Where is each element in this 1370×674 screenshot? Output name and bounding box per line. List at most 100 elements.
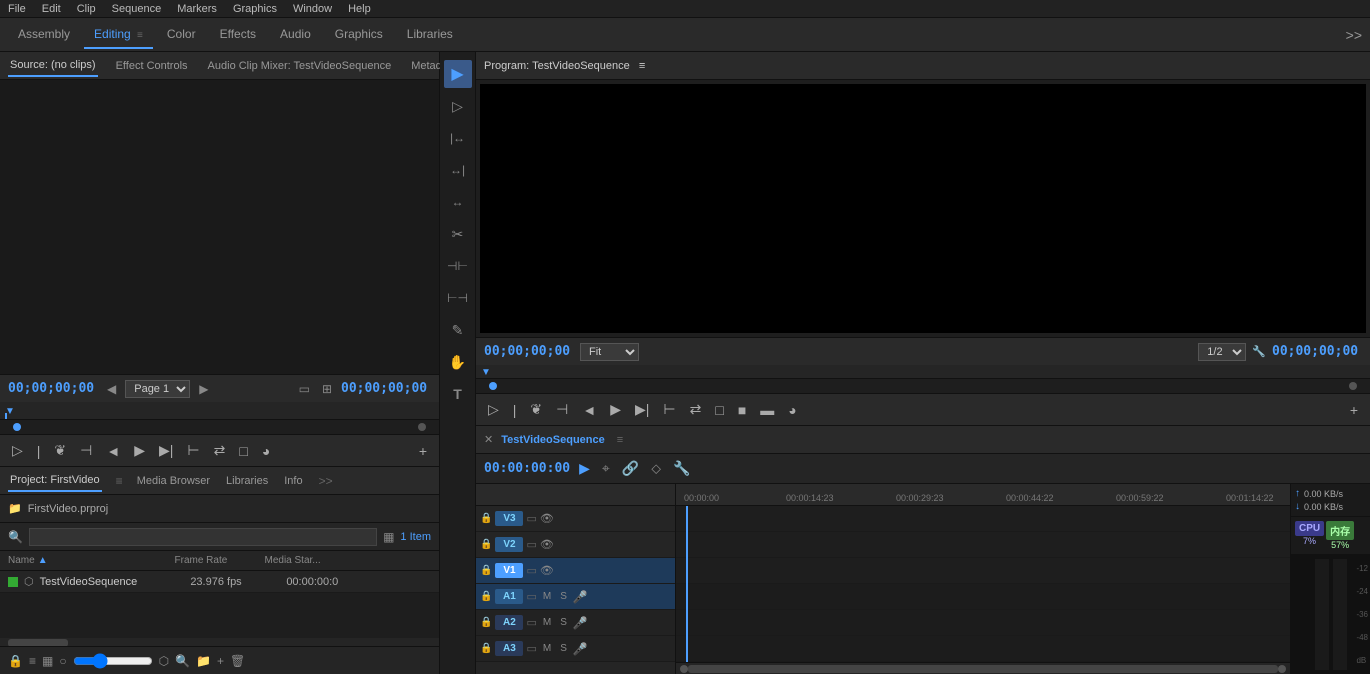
program-resolution-dropdown[interactable]: 1/2 Full 1/4 xyxy=(1198,343,1246,361)
tab-effects[interactable]: Effects xyxy=(210,21,266,49)
track-v2-lock[interactable]: 🔒 xyxy=(480,539,492,550)
timeline-menu-icon[interactable]: ≡ xyxy=(617,434,623,446)
track-a1-solo[interactable]: S xyxy=(557,590,570,603)
menu-sequence[interactable]: Sequence xyxy=(112,3,162,15)
program-fit-dropdown[interactable]: Fit 25% 50% 100% xyxy=(580,343,639,361)
track-v1-name[interactable]: V1 xyxy=(495,563,523,578)
project-icon-view-btn[interactable]: ▦ xyxy=(42,654,53,668)
source-play-in[interactable]: ▶| xyxy=(155,440,177,461)
project-tab-info[interactable]: Info xyxy=(282,471,304,491)
tool-rate-stretch[interactable]: ↔ xyxy=(444,188,472,216)
project-thumbnail-icon[interactable]: ▦ xyxy=(383,530,394,544)
source-step-fwd[interactable]: ◄ xyxy=(102,441,124,461)
track-a3-sync[interactable]: ▭ xyxy=(526,642,536,655)
tool-track-select[interactable]: ▷ xyxy=(444,92,472,120)
project-clear-btn[interactable]: 🗑 xyxy=(230,654,245,668)
source-prev-edit[interactable]: ❦ xyxy=(50,440,70,461)
program-timecode-right[interactable]: 00;00;00;00 xyxy=(1272,344,1362,359)
track-a3-name[interactable]: A3 xyxy=(495,641,523,656)
menu-graphics[interactable]: Graphics xyxy=(233,3,277,15)
project-add-item-icon[interactable]: + xyxy=(217,654,224,668)
source-timecode[interactable]: 00;00;00;00 xyxy=(8,381,98,396)
track-a3-solo[interactable]: S xyxy=(557,642,570,655)
program-insert[interactable]: ■ xyxy=(734,400,750,420)
track-v1-eye[interactable]: 👁 xyxy=(540,564,554,577)
track-a1-mute[interactable]: M xyxy=(540,590,554,603)
source-tab-audiomixer[interactable]: Audio Clip Mixer: TestVideoSequence xyxy=(206,56,394,76)
source-prev-btn[interactable]: ◀ xyxy=(104,381,119,397)
program-export-frame[interactable]: ◕ xyxy=(784,400,800,420)
program-timecode-left[interactable]: 00;00;00;00 xyxy=(484,344,574,359)
tl-marker-tool[interactable]: ⬦ xyxy=(648,458,664,479)
tl-scroll-thumb[interactable] xyxy=(688,665,1278,673)
project-tab-project[interactable]: Project: FirstVideo xyxy=(8,470,102,492)
menu-edit[interactable]: Edit xyxy=(42,3,61,15)
program-settings-icon[interactable]: 🔧 xyxy=(1252,345,1266,358)
track-a3-lock[interactable]: 🔒 xyxy=(480,643,492,654)
timeline-close-icon[interactable]: ✕ xyxy=(484,433,493,446)
program-play[interactable]: ▶ xyxy=(606,399,625,420)
source-mark-in[interactable]: ▷ xyxy=(8,440,27,461)
source-step-back[interactable]: ⊣ xyxy=(76,440,96,461)
program-prev-edit[interactable]: ❦ xyxy=(526,399,546,420)
tab-graphics[interactable]: Graphics xyxy=(325,21,393,49)
project-item-testvideo[interactable]: ⬡ TestVideoSequence 23.976 fps 00:00:00:… xyxy=(0,571,439,593)
timeline-timecode[interactable]: 00:00:00:00 xyxy=(484,461,570,476)
track-v1-sync[interactable]: ▭ xyxy=(526,564,536,577)
program-overwrite[interactable]: ▬ xyxy=(756,400,778,420)
program-play-to[interactable]: ▶| xyxy=(631,399,653,420)
track-a1-lock[interactable]: 🔒 xyxy=(480,591,492,602)
project-tab-media[interactable]: Media Browser xyxy=(135,471,212,491)
program-add-btn[interactable]: + xyxy=(1346,400,1362,420)
track-v1-lock[interactable]: 🔒 xyxy=(480,565,492,576)
source-add-btn[interactable]: + xyxy=(415,441,431,461)
tab-editing[interactable]: Editing ≡ xyxy=(84,21,153,49)
tool-rolling-edit[interactable]: ↔| xyxy=(444,156,472,184)
track-a2-mute[interactable]: M xyxy=(540,616,554,629)
source-export-frame[interactable]: ◕ xyxy=(258,441,274,461)
menu-window[interactable]: Window xyxy=(293,3,332,15)
track-a2-lock[interactable]: 🔒 xyxy=(480,617,492,628)
project-tab-libraries[interactable]: Libraries xyxy=(224,471,270,491)
program-mark-out[interactable]: | xyxy=(509,400,521,420)
menu-markers[interactable]: Markers xyxy=(177,3,217,15)
source-next-btn[interactable]: ▶ xyxy=(196,381,211,397)
timeline-track-content[interactable] xyxy=(676,506,1290,662)
source-tab-effects[interactable]: Effect Controls xyxy=(114,56,190,76)
timeline-scrollbar[interactable] xyxy=(676,662,1290,674)
menu-help[interactable]: Help xyxy=(348,3,371,15)
project-folder-btn[interactable]: 📁 xyxy=(196,654,211,668)
project-list-view-icon[interactable]: ≡ xyxy=(29,654,36,668)
project-search-btn[interactable]: 🔍 xyxy=(175,654,190,668)
track-v2-name[interactable]: V2 xyxy=(495,537,523,552)
track-v2-eye[interactable]: 👁 xyxy=(540,538,554,551)
source-tc-markers[interactable]: ▭ xyxy=(296,381,313,397)
project-filter-icon[interactable]: ⬡ xyxy=(159,654,169,668)
tl-wrench-tool[interactable]: 🔧 xyxy=(670,458,693,479)
track-v3-name[interactable]: V3 xyxy=(495,511,523,526)
track-v3-lock[interactable]: 🔒 xyxy=(480,513,492,524)
source-mark-out[interactable]: | xyxy=(33,441,45,461)
source-safe-margins[interactable]: □ xyxy=(235,441,251,461)
source-tab-source[interactable]: Source: (no clips) xyxy=(8,55,98,77)
track-a3-mic[interactable]: 🎤 xyxy=(573,642,588,656)
tab-assembly[interactable]: Assembly xyxy=(8,21,80,49)
source-timecode-right[interactable]: 00;00;00;00 xyxy=(341,381,431,396)
program-loop[interactable]: ⇄ xyxy=(686,399,706,420)
track-a1-name[interactable]: A1 xyxy=(495,589,523,604)
track-a1-mic[interactable]: 🎤 xyxy=(573,590,588,604)
project-free-speech-icon[interactable]: ○ xyxy=(59,654,66,668)
tab-audio[interactable]: Audio xyxy=(270,21,321,49)
menu-file[interactable]: File xyxy=(8,3,26,15)
project-panel-menu-icon[interactable]: ≡ xyxy=(116,474,123,488)
source-tc-multiview[interactable]: ⊞ xyxy=(319,381,335,397)
tl-scroll-right[interactable] xyxy=(1278,665,1286,673)
program-safe-margins[interactable]: □ xyxy=(711,400,727,420)
tool-pen[interactable]: ✎ xyxy=(444,316,472,344)
source-next-edit[interactable]: ⊢ xyxy=(183,440,203,461)
track-a2-name[interactable]: A2 xyxy=(495,615,523,630)
track-v2-sync[interactable]: ▭ xyxy=(526,538,536,551)
source-play[interactable]: ▶ xyxy=(130,440,149,461)
track-a2-solo[interactable]: S xyxy=(557,616,570,629)
project-scrollbar-h[interactable] xyxy=(0,638,439,646)
